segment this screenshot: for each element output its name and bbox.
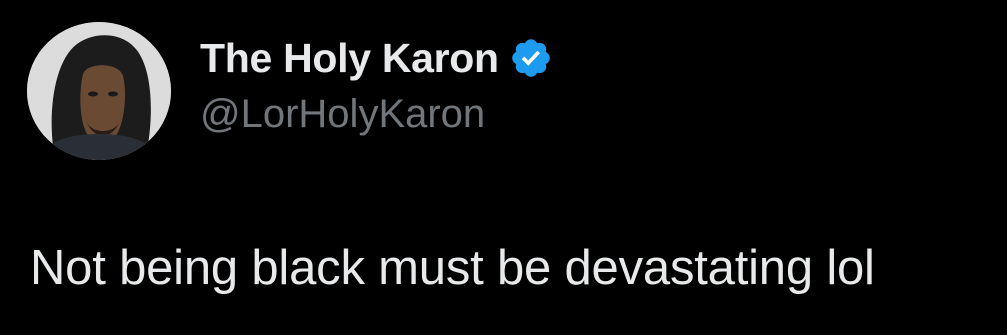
tweet-card: The Holy Karon @LorHolyKaron Not being b… [0, 0, 1007, 335]
author-name-row[interactable]: The Holy Karon [200, 30, 553, 86]
author-handle[interactable]: @LorHolyKaron [200, 92, 485, 137]
avatar[interactable] [27, 22, 171, 160]
verified-badge-icon [509, 36, 553, 80]
display-name[interactable]: The Holy Karon [200, 35, 499, 82]
avatar-image [27, 22, 171, 160]
tweet-text: Not being black must be devastating lol [30, 241, 875, 295]
